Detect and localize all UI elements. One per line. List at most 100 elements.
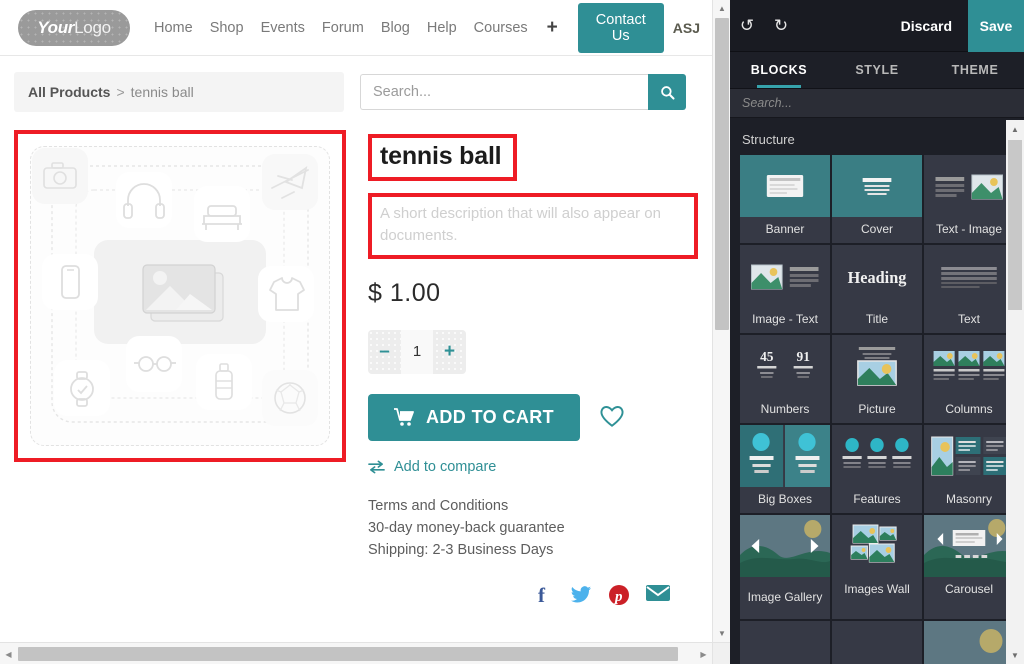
quantity-decrement-button[interactable]: – — [368, 330, 401, 374]
block-images-wall-label: Images Wall — [844, 581, 910, 596]
nav-item-help[interactable]: Help — [427, 20, 457, 36]
block-image-text-label: Image - Text — [752, 311, 818, 326]
breadcrumb-current: tennis ball — [130, 84, 194, 100]
blocks-grid: Banner Cover Text - Image Image - Text H… — [740, 154, 1014, 664]
nav-item-forum[interactable]: Forum — [322, 20, 364, 36]
image-text-thumbnail — [740, 244, 830, 307]
features-thumbnail — [832, 424, 922, 487]
pinterest-icon[interactable]: p — [608, 584, 630, 609]
block-masonry-label: Masonry — [945, 491, 992, 506]
tab-style[interactable]: STYLE — [828, 52, 926, 88]
heart-icon[interactable] — [598, 403, 626, 431]
horizontal-scroll-thumb[interactable] — [18, 647, 678, 661]
scroll-left-icon[interactable]: ◀ — [0, 643, 17, 664]
block-next-row-2[interactable] — [832, 620, 922, 664]
scroll-up-icon[interactable]: ▲ — [713, 0, 730, 17]
nav-item-courses[interactable]: Courses — [474, 20, 528, 36]
breadcrumb-all-products[interactable]: All Products — [28, 84, 110, 100]
block-carousel-label: Carousel — [944, 581, 994, 596]
editor-search-input[interactable] — [742, 95, 1012, 110]
add-to-cart-button[interactable]: ADD TO CART — [368, 393, 581, 441]
website-preview: YourLogo Home Shop Events Forum Blog Hel… — [0, 0, 730, 664]
nav-item-home[interactable]: Home — [154, 20, 193, 36]
block-picture[interactable]: Picture — [832, 334, 922, 423]
block-image-gallery[interactable]: Image Gallery — [740, 514, 830, 619]
contact-us-button[interactable]: Contact Us — [577, 2, 664, 53]
block-banner[interactable]: Banner — [740, 154, 830, 243]
search-input[interactable] — [360, 74, 648, 110]
save-button[interactable]: Save — [968, 0, 1024, 52]
email-icon[interactable] — [646, 584, 670, 609]
scroll-right-icon[interactable]: ▶ — [695, 643, 712, 664]
twitter-icon[interactable] — [570, 584, 592, 609]
search-button[interactable] — [648, 74, 686, 110]
site-logo[interactable]: YourLogo — [18, 9, 130, 46]
block-next-row-3[interactable] — [924, 620, 1014, 664]
tab-theme[interactable]: THEME — [926, 52, 1024, 88]
add-menu-item-icon[interactable]: + — [547, 18, 558, 37]
block-images-wall[interactable]: Images Wall — [832, 514, 922, 619]
undo-icon[interactable]: ↺ — [730, 0, 764, 52]
block-text[interactable]: Text — [924, 244, 1014, 333]
block-cover[interactable]: Cover — [832, 154, 922, 243]
product-title[interactable]: tennis ball — [380, 142, 502, 171]
block-big-boxes[interactable]: Big Boxes — [740, 424, 830, 513]
title-art-text: Heading — [848, 267, 907, 286]
redo-icon[interactable]: ↻ — [764, 0, 798, 52]
product-image-placeholder[interactable] — [18, 134, 342, 458]
compare-icon — [368, 460, 385, 473]
product-info-column: tennis ball A short description that wil… — [364, 130, 698, 609]
discard-button[interactable]: Discard — [885, 0, 968, 52]
big-boxes-thumbnail — [740, 424, 830, 487]
add-to-compare[interactable]: Add to compare — [368, 459, 698, 475]
quantity-increment-button[interactable]: + — [433, 330, 466, 374]
svg-text:p: p — [613, 589, 623, 605]
blocks-list: Structure Banner Cover Text - Image Imag… — [730, 118, 1024, 664]
product-description-placeholder[interactable]: A short description that will also appea… — [380, 203, 686, 247]
site-navbar: YourLogo Home Shop Events Forum Blog Hel… — [0, 0, 712, 56]
user-initials[interactable]: ASJ — [673, 20, 700, 36]
nav-item-events[interactable]: Events — [261, 20, 305, 36]
picture-thumbnail — [832, 334, 922, 397]
vertical-scroll-thumb[interactable] — [715, 18, 729, 330]
numbers-thumbnail: 45 91 — [740, 334, 830, 397]
block-image-text[interactable]: Image - Text — [740, 244, 830, 333]
product-description-highlight-box: A short description that will also appea… — [368, 193, 698, 259]
block-numbers[interactable]: 45 91 Numbers — [740, 334, 830, 423]
editor-scroll-up-icon[interactable]: ▲ — [1006, 120, 1024, 138]
scroll-down-icon[interactable]: ▼ — [713, 625, 730, 642]
add-to-compare-label: Add to compare — [394, 458, 497, 475]
breadcrumb-search-row: All Products > tennis ball — [0, 56, 712, 112]
preview-horizontal-scrollbar[interactable]: ◀ ▶ — [0, 642, 730, 664]
block-title[interactable]: Heading Title — [832, 244, 922, 333]
block-columns[interactable]: Columns — [924, 334, 1014, 423]
block-masonry[interactable]: Masonry — [924, 424, 1014, 513]
website-editor-panel: ↺ ↻ Discard Save BLOCKS STYLE THEME Stru… — [730, 0, 1024, 664]
block-next-row-1[interactable] — [740, 620, 830, 664]
scrollbar-corner — [712, 642, 730, 664]
editor-scroll-down-icon[interactable]: ▼ — [1006, 646, 1024, 664]
block-carousel[interactable]: Carousel — [924, 514, 1014, 619]
add-to-cart-label: ADD TO CART — [426, 406, 555, 427]
block-banner-label: Banner — [765, 221, 805, 236]
block-cover-label: Cover — [860, 221, 893, 236]
numbers-art-right: 91 — [796, 349, 810, 364]
structure-section-label: Structure — [742, 131, 795, 147]
nav-item-shop[interactable]: Shop — [210, 20, 244, 36]
image-gallery-thumbnail — [740, 514, 830, 577]
tab-blocks[interactable]: BLOCKS — [730, 52, 828, 88]
nav-item-blog[interactable]: Blog — [381, 20, 410, 36]
block-text-image[interactable]: Text - Image — [924, 154, 1014, 243]
cart-icon — [394, 408, 414, 426]
block-features[interactable]: Features — [832, 424, 922, 513]
quantity-input[interactable] — [401, 329, 433, 374]
editor-vertical-scrollbar[interactable]: ▲ ▼ — [1006, 120, 1024, 664]
next-row-2-thumbnail — [832, 620, 922, 664]
social-share-row: f p — [368, 583, 698, 609]
editor-scroll-thumb[interactable] — [1008, 140, 1022, 310]
product-price: $ 1.00 — [368, 278, 441, 307]
block-big-boxes-label: Big Boxes — [757, 491, 813, 506]
breadcrumb: All Products > tennis ball — [14, 72, 344, 112]
preview-vertical-scrollbar[interactable]: ▲ ▼ — [712, 0, 730, 642]
facebook-icon[interactable]: f — [532, 583, 554, 609]
